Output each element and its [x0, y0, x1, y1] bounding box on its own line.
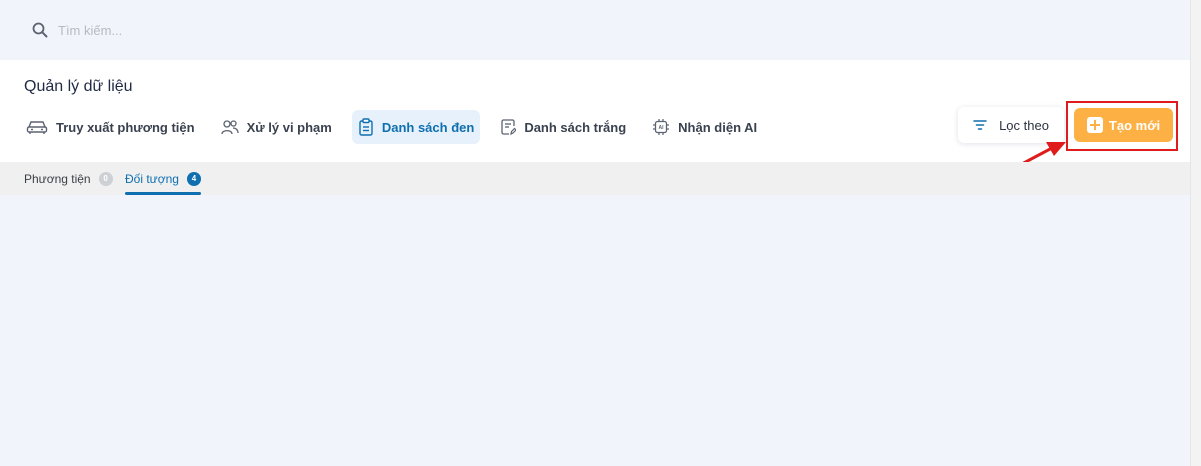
search-icon — [32, 22, 48, 38]
sub-tabs: Phương tiện 0 Đối tượng 4 — [0, 162, 1190, 195]
svg-text:AI: AI — [659, 125, 665, 131]
tab-nhan-dien-ai[interactable]: AI Nhận diện AI — [646, 110, 763, 144]
page-title: Quản lý dữ liệu — [24, 78, 133, 95]
subtab-label: Phương tiện — [24, 171, 91, 186]
filter-icon — [973, 120, 987, 130]
tab-label: Nhận diện AI — [678, 119, 758, 135]
main-tabs: Truy xuất phương tiện Xử lý vi phạm Danh… — [20, 110, 777, 144]
count-badge: 0 — [98, 171, 113, 186]
content-area — [0, 195, 1190, 466]
tab-label: Danh sách đen — [381, 119, 475, 135]
count-badge: 4 — [186, 171, 201, 186]
tab-truy-xuat-phuong-tien[interactable]: Truy xuất phương tiện — [20, 110, 201, 144]
tab-xu-ly-vi-pham[interactable]: Xử lý vi phạm — [215, 110, 338, 144]
tab-label: Danh sách trắng — [524, 119, 627, 135]
car-icon — [26, 121, 48, 134]
edit-list-icon — [501, 119, 517, 136]
tab-danh-sach-den[interactable]: Danh sách đen — [351, 110, 481, 144]
tab-label: Xử lý vi phạm — [246, 119, 332, 135]
subtab-phuong-tien[interactable]: Phương tiện 0 — [24, 162, 113, 195]
tab-danh-sach-trang[interactable]: Danh sách trắng — [494, 110, 632, 144]
users-icon — [220, 120, 239, 135]
subtab-label: Đối tượng — [125, 171, 179, 186]
search-input[interactable] — [58, 19, 358, 41]
tab-label: Truy xuất phương tiện — [56, 119, 195, 135]
highlight-box — [1066, 101, 1178, 151]
filter-label: Lọc theo — [999, 117, 1049, 133]
ai-chip-icon: AI — [653, 119, 670, 135]
subtab-doi-tuong[interactable]: Đối tượng 4 — [125, 162, 201, 195]
scrollbar[interactable] — [1190, 0, 1201, 466]
search-bar — [0, 0, 1190, 60]
clipboard-icon — [359, 118, 373, 136]
